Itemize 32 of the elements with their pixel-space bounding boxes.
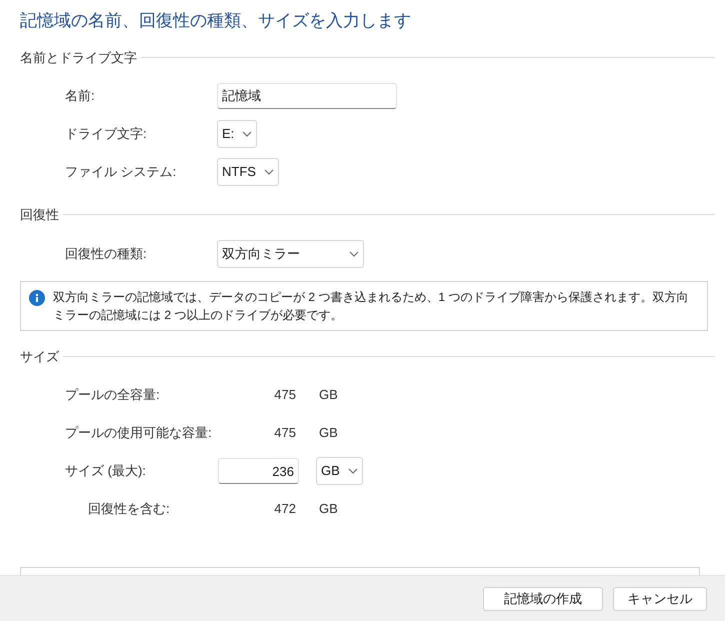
dropdown[interactable]: GB xyxy=(316,457,363,485)
section-title: サイズ xyxy=(20,348,59,366)
capacity-value: 475 xyxy=(273,424,296,442)
field-label: ドライブ文字: xyxy=(64,125,148,144)
field-label: 回復性の種類: xyxy=(64,244,148,263)
capacity-value: 472 xyxy=(273,500,296,518)
dropdown[interactable]: E: xyxy=(217,120,258,148)
name-field[interactable]: 記憶域 xyxy=(217,83,397,109)
field-label: 回復性を含む: xyxy=(87,500,171,518)
dropdown[interactable]: 双方向ミラー xyxy=(217,240,364,268)
field-label: プールの全容量: xyxy=(64,386,161,404)
page-heading: 記憶域の名前、回復性の種類、サイズを入力します xyxy=(20,10,412,32)
dialog-button[interactable]: 記憶域の作成 xyxy=(483,586,603,610)
section-title: 名前とドライブ文字 xyxy=(20,48,137,66)
info-icon xyxy=(29,290,45,306)
dialog-button[interactable]: キャンセル xyxy=(613,586,707,610)
field-label: 名前: xyxy=(64,87,96,106)
chevron-icon xyxy=(348,468,358,474)
field-label: プールの使用可能な容量: xyxy=(64,424,213,442)
unit-label: GB xyxy=(319,500,338,518)
chevron-icon xyxy=(349,250,359,256)
field-label: サイズ (最大): xyxy=(64,462,147,480)
unit-label: GB xyxy=(319,386,338,404)
field-label: ファイル システム: xyxy=(64,163,178,182)
info-text: 双方向ミラーの記憶域では、データのコピーが 2 つ書き込まれるため、1 つのドライブ障害から保護されます。双方向ミラーの記憶域には 2 つ以上のドライブが必要です。 xyxy=(53,288,690,324)
chevron-icon xyxy=(242,131,252,137)
unit-label: GB xyxy=(319,424,338,442)
size-field[interactable]: 236 xyxy=(218,458,299,484)
chevron-icon xyxy=(264,169,274,175)
section-title: 回復性 xyxy=(20,206,59,224)
dropdown[interactable]: NTFS xyxy=(217,158,279,186)
capacity-value: 475 xyxy=(273,386,296,404)
